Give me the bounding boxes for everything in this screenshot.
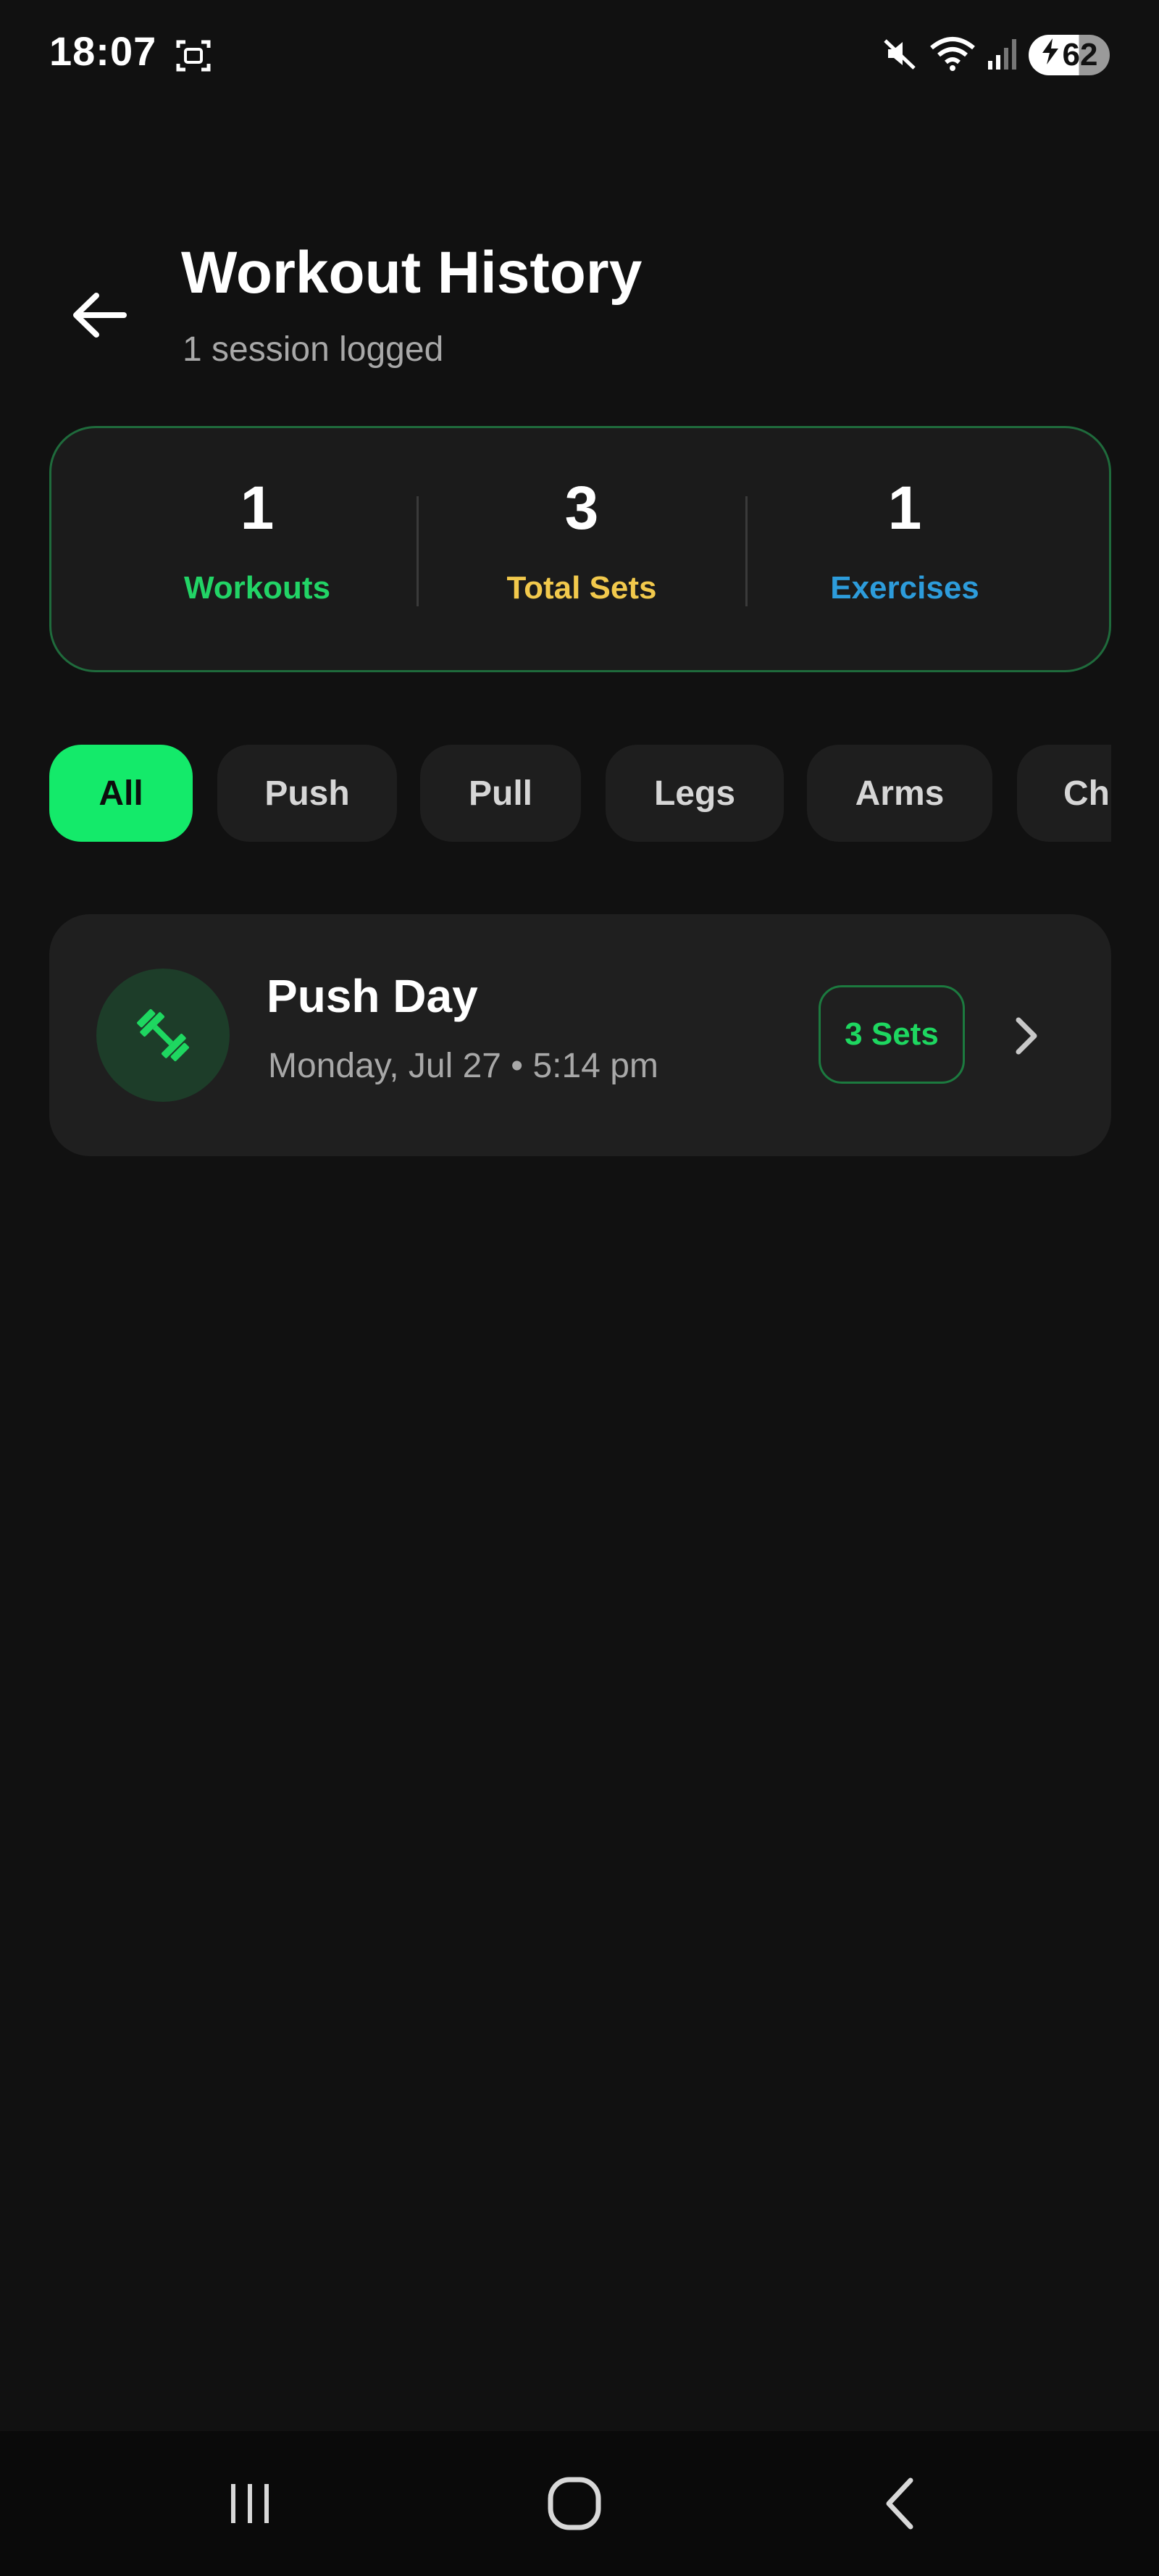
workout-date: Monday, Jul 27 • 5:14 pm — [268, 1047, 658, 1085]
stat-label: Exercises — [830, 570, 979, 606]
filter-chip-push[interactable]: Push — [217, 745, 397, 842]
status-icons: 62 — [881, 32, 1110, 78]
workout-avatar — [96, 969, 230, 1102]
stat-value: 1 — [240, 474, 275, 542]
stats-card: 1 Workouts 3 Total Sets 1 Exercises — [49, 426, 1111, 672]
wifi-icon — [929, 35, 976, 76]
status-time: 18:07 — [49, 28, 157, 74]
filter-chip-row: All Push Pull Legs Arms Ch — [49, 745, 1111, 842]
back-button[interactable] — [59, 283, 139, 348]
status-bar: 18:07 62 — [0, 0, 1159, 109]
stat-label: Workouts — [183, 570, 331, 606]
stat-exercises: 1 Exercises — [760, 428, 1050, 674]
arrow-left-icon — [73, 293, 127, 338]
battery-level: 62 — [1062, 37, 1098, 72]
nav-back-button[interactable] — [846, 2460, 955, 2547]
filter-chip-chest[interactable]: Ch — [1017, 745, 1111, 842]
stat-value: 1 — [887, 474, 922, 542]
stat-divider — [745, 496, 748, 606]
chevron-right-icon — [1004, 1008, 1047, 1063]
page-title: Workout History — [181, 240, 643, 306]
filter-chip-arms[interactable]: Arms — [807, 745, 992, 842]
home-button[interactable] — [520, 2460, 629, 2547]
mute-icon — [881, 35, 919, 76]
stat-label: Total Sets — [506, 570, 657, 606]
charging-icon — [1041, 37, 1060, 74]
page-subtitle: 1 session logged — [183, 330, 444, 369]
signal-icon — [987, 36, 1018, 75]
back-icon — [886, 2477, 913, 2530]
filter-chip-all[interactable]: All — [49, 745, 193, 842]
system-nav-bar — [0, 2431, 1159, 2576]
home-icon — [548, 2477, 601, 2530]
workout-card[interactable]: Push Day Monday, Jul 27 • 5:14 pm 3 Sets — [49, 914, 1111, 1156]
workout-name: Push Day — [267, 970, 478, 1022]
screenshot-icon — [175, 38, 212, 74]
stat-value: 3 — [564, 474, 599, 542]
sets-badge: 3 Sets — [819, 985, 965, 1084]
battery-indicator: 62 — [1029, 35, 1110, 75]
stat-workouts: 1 Workouts — [112, 428, 402, 674]
dumbbell-icon — [137, 1009, 189, 1061]
recent-apps-icon — [231, 2484, 269, 2523]
stat-total-sets: 3 Total Sets — [437, 428, 727, 674]
filter-chip-legs[interactable]: Legs — [606, 745, 784, 842]
filter-chip-pull[interactable]: Pull — [420, 745, 581, 842]
stat-divider — [417, 496, 419, 606]
recent-apps-button[interactable] — [196, 2460, 304, 2547]
